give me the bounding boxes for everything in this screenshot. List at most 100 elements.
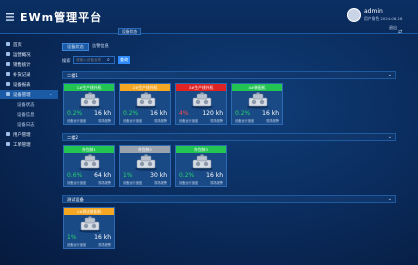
group-header[interactable]: 测试设备 ⌄ xyxy=(62,195,396,203)
chevron-down-icon: ⌄ xyxy=(49,91,53,96)
sidebar-item-label: 设备日志 xyxy=(17,122,35,128)
alarm-label: 现场报警 xyxy=(210,119,223,123)
alarm-label: 现场报警 xyxy=(154,181,167,185)
speed-label: 设备运行速度 xyxy=(123,181,143,185)
tab-device-status[interactable]: 设备状态 xyxy=(118,28,142,35)
sidebar-item-label: 设备状态 xyxy=(17,102,35,108)
device-card[interactable]: 外包装2 1% 30 kh 设备运行速度 现场报警 xyxy=(119,145,171,187)
machine-icon xyxy=(189,92,215,109)
run-speed: 16 kh xyxy=(262,110,279,117)
sidebar-item-device-management[interactable]: 设备管理 ⌄ xyxy=(0,90,58,99)
group-header[interactable]: 二楼2 ⌄ xyxy=(62,133,396,141)
machine-icon xyxy=(77,154,103,171)
sidebar-subitem-device-status[interactable]: 设备状态 xyxy=(0,100,58,109)
machine-icon xyxy=(133,92,159,109)
device-card[interactable]: 1#生产线外机 0.2% 16 kh 设备运行速度 现场报警 xyxy=(63,83,115,125)
sidebar-item-label: 设备信息 xyxy=(17,112,35,118)
report-icon xyxy=(6,82,10,86)
home-icon xyxy=(6,42,10,46)
search-label: 搜索 xyxy=(62,58,71,63)
user-icon xyxy=(6,132,10,136)
run-speed: 16 kh xyxy=(94,234,111,241)
chevron-down-icon: ⌄ xyxy=(387,196,392,202)
group-title: 测试设备 xyxy=(67,197,84,202)
sidebar-item-users[interactable]: 用户管理 xyxy=(0,130,58,139)
usage-percent: 1% xyxy=(67,234,77,241)
usage-percent: 0.2% xyxy=(123,110,139,117)
app-title: EWm管理平台 xyxy=(20,11,103,24)
speed-label: 设备运行速度 xyxy=(67,181,87,185)
sidebar-item-tickets[interactable]: 工单管理 xyxy=(0,140,58,149)
usage-percent: 0.2% xyxy=(235,110,251,117)
tab-device-status-view[interactable]: 设备状态 xyxy=(62,43,89,51)
run-speed: 16 kh xyxy=(206,172,223,179)
sidebar-item-sales[interactable]: 销售统计 xyxy=(0,60,58,69)
usage-percent: 0.2% xyxy=(67,110,83,117)
user-name[interactable]: admin xyxy=(364,8,383,15)
sidebar-subitem-device-info[interactable]: 设备信息 xyxy=(0,110,58,119)
box-icon xyxy=(6,72,10,76)
speed-label: 设备运行速度 xyxy=(235,119,255,123)
sidebar-item-reports[interactable]: 设备报表 xyxy=(0,80,58,89)
user-info: 用户角色 2024-06-18 xyxy=(364,16,403,21)
device-card[interactable]: 外包装1 0.6% 64 kh 设备运行速度 现场报警 xyxy=(63,145,115,187)
tab-alarm-info[interactable]: 告警信息 xyxy=(88,43,113,51)
device-card[interactable]: 4#装配机 0.2% 16 kh 设备运行速度 现场报警 xyxy=(231,83,283,125)
sidebar-item-label: 运营概况 xyxy=(13,52,31,58)
sidebar-subitem-device-log[interactable]: 设备日志 xyxy=(0,120,58,129)
sidebar-item-label: 补货记录 xyxy=(13,72,31,78)
device-card[interactable]: 外包装3 0.2% 16 kh 设备运行速度 现场报警 xyxy=(175,145,227,187)
sidebar-item-label: 首页 xyxy=(13,42,22,48)
device-card[interactable]: 2#生产线外机 0.2% 16 kh 设备运行速度 现场报警 xyxy=(119,83,171,125)
alarm-label: 现场报警 xyxy=(98,119,111,123)
device-name: 外包装3 xyxy=(176,146,226,153)
top-bar: EWm管理平台 admin 用户角色 2024-06-18 退出 xyxy=(0,0,418,34)
query-button[interactable]: 查询 xyxy=(118,56,130,64)
chart-icon xyxy=(6,52,10,56)
device-name: 2#生产线外机 xyxy=(120,84,170,91)
device-name: 3#生产线外机 xyxy=(176,84,226,91)
run-speed: 30 kh xyxy=(150,172,167,179)
run-speed: 16 kh xyxy=(94,110,111,117)
sidebar-item-restock[interactable]: 补货记录 xyxy=(0,70,58,79)
sidebar-item-overview[interactable]: 运营概况 xyxy=(0,50,58,59)
device-card[interactable]: 3#生产线外机 4% 120 kh 设备运行速度 现场报警 xyxy=(175,83,227,125)
device-name: 1#测试装配机 xyxy=(64,208,114,215)
avatar[interactable] xyxy=(347,8,361,22)
usage-percent: 4% xyxy=(179,110,189,117)
alarm-label: 现场报警 xyxy=(154,119,167,123)
run-speed: 16 kh xyxy=(150,110,167,117)
sidebar-item-label: 用户管理 xyxy=(13,132,31,138)
usage-percent: 0.2% xyxy=(179,172,195,179)
speed-label: 设备运行速度 xyxy=(123,119,143,123)
group-title: 二楼2 xyxy=(67,135,79,140)
run-speed: 120 kh xyxy=(202,110,223,117)
ticket-icon xyxy=(6,142,10,146)
search-icon[interactable]: ⌕ xyxy=(107,57,110,63)
machine-icon xyxy=(77,216,103,233)
alarm-label: 现场报警 xyxy=(98,181,111,185)
chevron-down-icon: ⌄ xyxy=(387,134,392,140)
exit-link[interactable]: 退出 xyxy=(389,25,397,31)
alarm-label: 现场报警 xyxy=(98,243,111,247)
group-header[interactable]: 二楼1 ⌄ xyxy=(62,71,396,79)
group-title: 二楼1 xyxy=(67,73,79,78)
device-card[interactable]: 1#测试装配机 1% 16 kh 设备运行速度 现场报警 xyxy=(63,207,115,249)
chevron-down-icon: ⌄ xyxy=(387,72,392,78)
alarm-label: 现场报警 xyxy=(266,119,279,123)
machine-icon xyxy=(245,92,271,109)
machine-icon xyxy=(133,154,159,171)
usage-percent: 0.6% xyxy=(67,172,83,179)
speed-label: 设备运行速度 xyxy=(67,119,87,123)
sidebar-item-label: 销售统计 xyxy=(13,62,31,68)
speed-label: 设备运行速度 xyxy=(179,181,199,185)
collapse-icon[interactable]: ⇄ xyxy=(398,29,402,35)
sidebar-item-label: 工单管理 xyxy=(13,142,31,148)
device-name: 外包装1 xyxy=(64,146,114,153)
device-icon xyxy=(6,92,10,96)
device-name: 4#装配机 xyxy=(232,84,282,91)
menu-icon[interactable] xyxy=(6,13,14,21)
sidebar-item-home[interactable]: 首页 xyxy=(0,40,58,49)
speed-label: 设备运行速度 xyxy=(179,119,199,123)
device-name: 1#生产线外机 xyxy=(64,84,114,91)
